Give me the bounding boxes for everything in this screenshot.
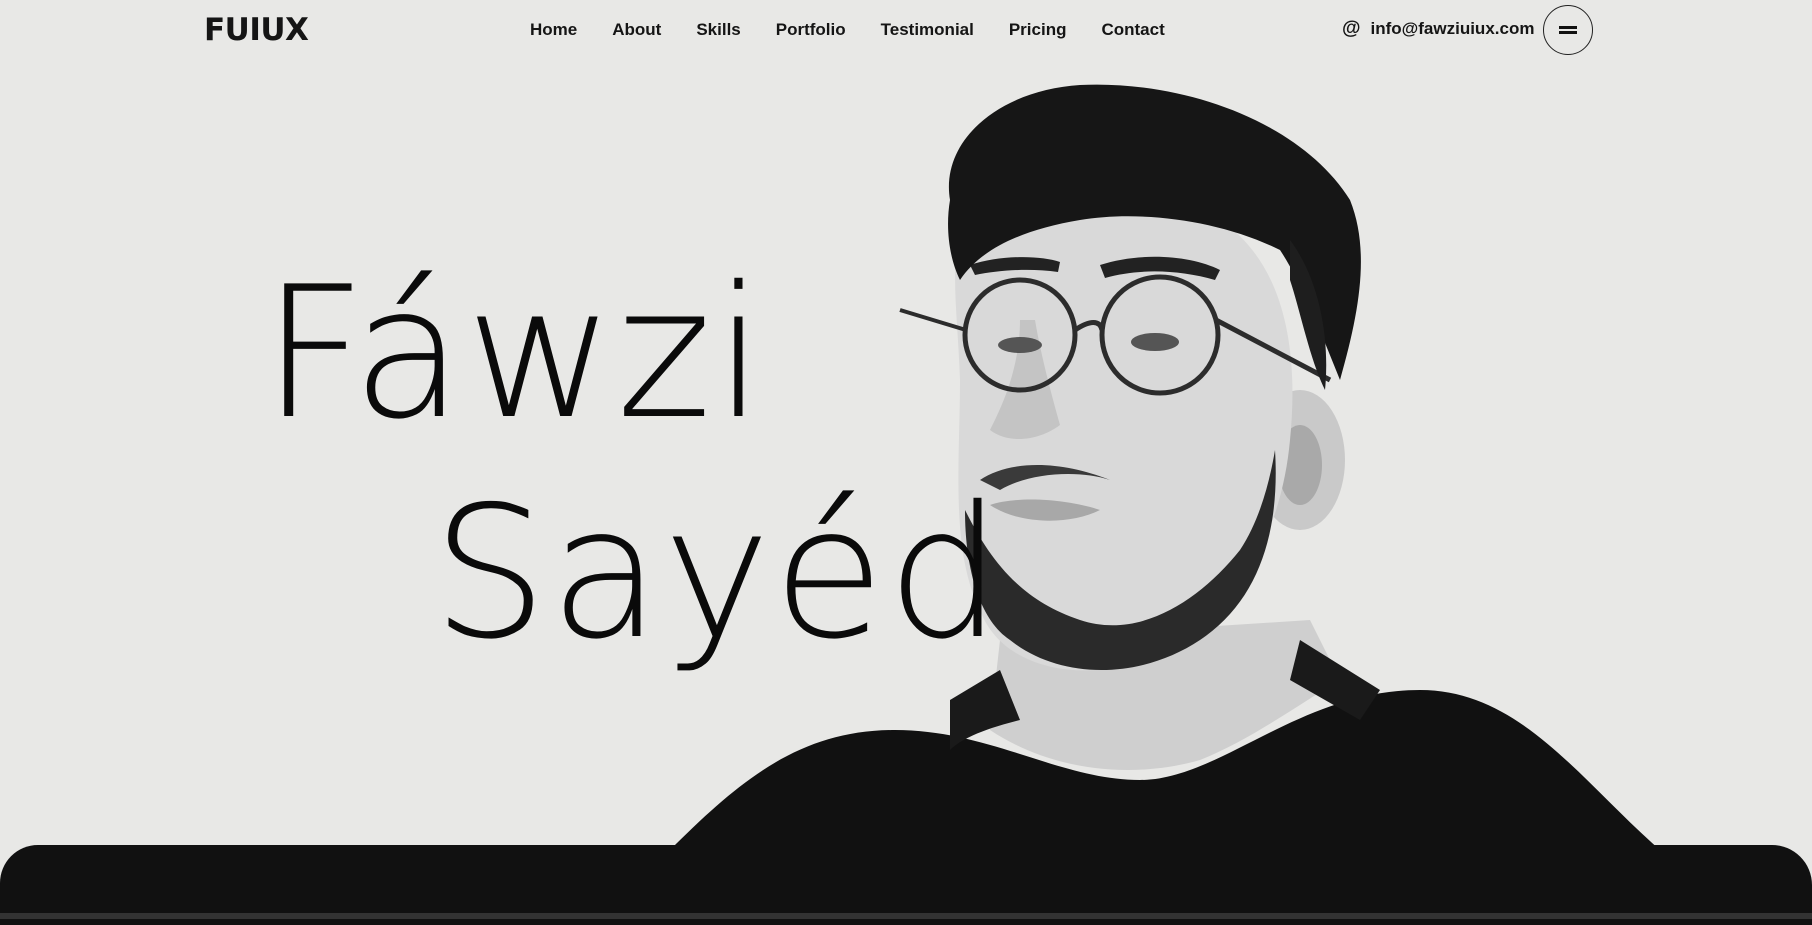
nav-portfolio[interactable]: Portfolio [776,20,846,40]
nav-home[interactable]: Home [530,20,577,40]
nav-contact[interactable]: Contact [1101,20,1164,40]
logo[interactable]: FUIUX [204,12,309,48]
hero-first-name: Fáwzi [262,247,767,459]
email-text: info@fawziuiux.com [1370,19,1535,38]
nav-testimonial[interactable]: Testimonial [881,20,974,40]
site-header: FUIUX Home About Skills Portfolio Testim… [0,0,1812,64]
main-nav: Home About Skills Portfolio Testimonial … [530,20,1200,40]
nav-skills[interactable]: Skills [696,20,740,40]
bottom-divider [0,913,1812,919]
email-link[interactable]: @ info@fawziuiux.com [1342,18,1534,40]
nav-about[interactable]: About [612,20,661,40]
hamburger-icon [1559,26,1577,34]
hero-last-name: Sayéd [432,467,1005,679]
nav-pricing[interactable]: Pricing [1009,20,1067,40]
menu-button[interactable] [1543,5,1593,55]
at-icon: @ [1342,18,1361,39]
